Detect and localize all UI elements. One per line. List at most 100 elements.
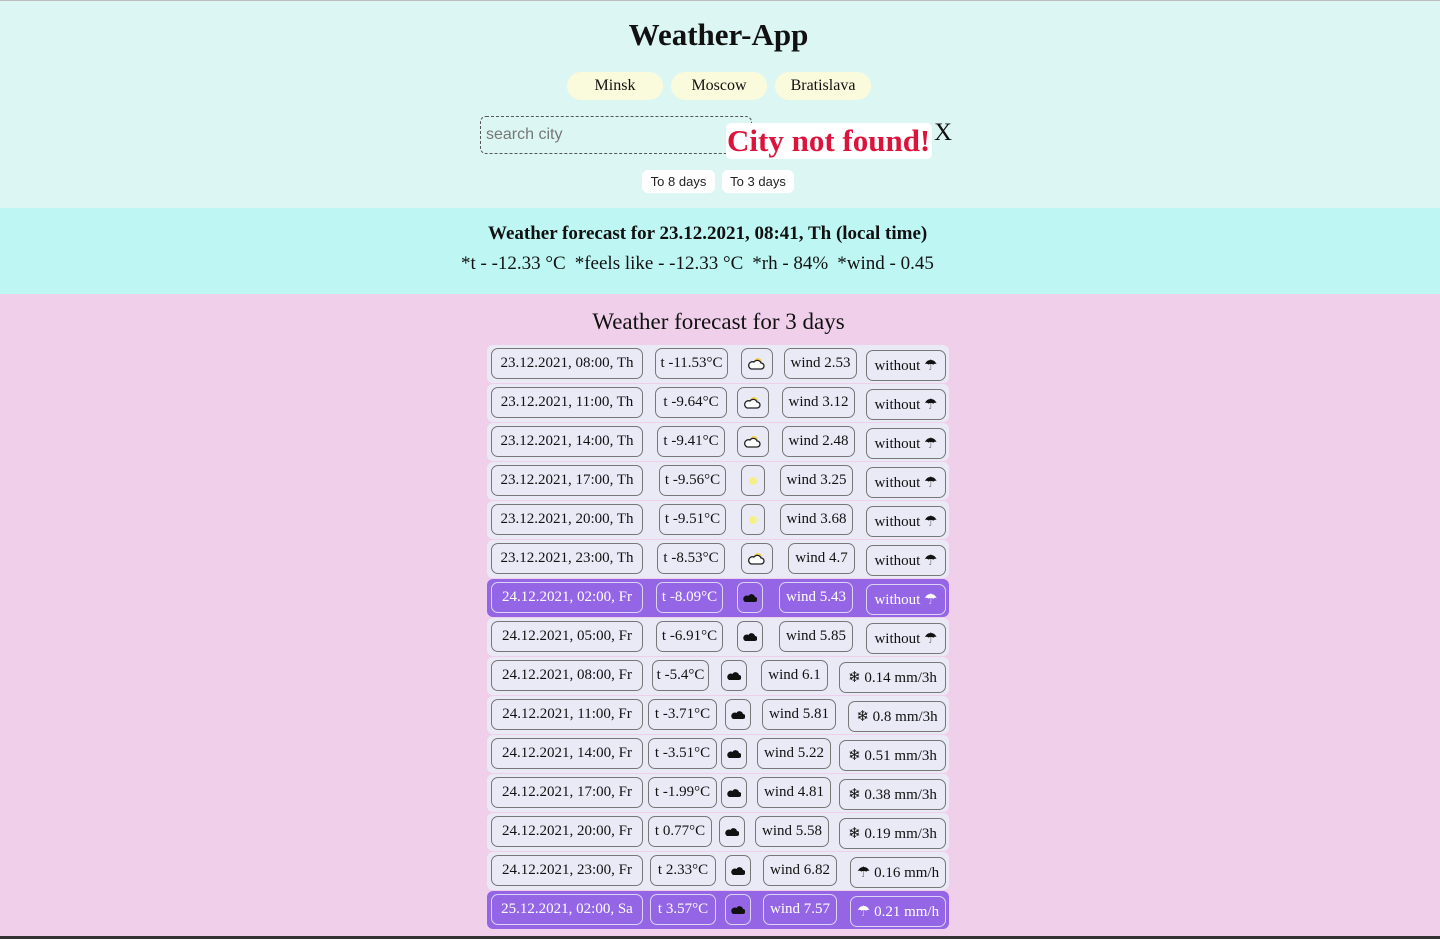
forecast-precipitation: without ☂ [866, 350, 946, 381]
city-button-moscow[interactable]: Moscow [671, 72, 767, 100]
forecast-precipitation: without ☂ [866, 584, 946, 615]
weather-clear-icon [741, 504, 765, 535]
forecast-wind: wind 5.58 [755, 816, 829, 847]
forecast-temperature: t -5.4°C [652, 660, 709, 691]
forecast-wind: wind 6.82 [763, 855, 837, 886]
forecast-precipitation: without ☂ [866, 623, 946, 654]
forecast-date: 23.12.2021, 11:00, Th [491, 387, 643, 418]
forecast-temperature: t -8.09°C [656, 582, 723, 613]
forecast-date: 24.12.2021, 11:00, Fr [491, 699, 643, 730]
forecast-row[interactable]: 23.12.2021, 11:00, Th t -9.64°C wind 3.12 w… [487, 384, 949, 422]
weather-partly-cloudy-icon [741, 348, 773, 379]
forecast-precipitation: ❄ 0.14 mm/3h [839, 662, 946, 693]
forecast-temperature: t 3.57°C [650, 894, 716, 925]
app-title: Weather-App [628, 17, 809, 52]
forecast-precipitation: without ☂ [866, 428, 946, 459]
weather-cloud-icon [721, 777, 747, 808]
forecast-row[interactable]: 23.12.2021, 14:00, Th t -9.41°C wind 2.48 w… [487, 423, 949, 461]
forecast-date: 24.12.2021, 05:00, Fr [491, 621, 643, 652]
forecast-row[interactable]: 24.12.2021, 11:00, Fr t -3.71°C wind 5.81 ❄… [487, 696, 949, 734]
weather-partly-cloudy-icon [737, 387, 769, 418]
forecast-temperature: t 0.77°C [648, 816, 712, 847]
forecast-wind: wind 4.7 [788, 543, 855, 574]
forecast-row[interactable]: 24.12.2021, 02:00, Fr t -8.09°C wind 5.43 w… [487, 579, 949, 617]
forecast-precipitation: without ☂ [866, 467, 946, 498]
close-error-button[interactable]: X [934, 119, 952, 147]
current-weather-section [0, 208, 1440, 294]
forecast-temperature: t -9.41°C [657, 426, 725, 457]
forecast-wind: wind 6.1 [761, 660, 828, 691]
forecast-temperature: t -9.56°C [659, 465, 726, 496]
forecast-date: 23.12.2021, 20:00, Th [491, 504, 643, 535]
current-temperature: *t - -12.33 °C [461, 253, 566, 274]
forecast-precipitation: without ☂ [866, 389, 946, 420]
forecast-precipitation: without ☂ [866, 545, 946, 576]
to-3-days-button[interactable]: To 3 days [722, 170, 794, 193]
weather-cloud-icon [721, 738, 747, 769]
forecast-wind: wind 5.85 [779, 621, 853, 652]
forecast-precipitation: ☂ 0.16 mm/h [850, 857, 946, 888]
forecast-precipitation: without ☂ [866, 506, 946, 537]
weather-cloud-icon [719, 816, 745, 847]
forecast-temperature: t -3.71°C [648, 699, 717, 730]
forecast-row[interactable]: 23.12.2021, 17:00, Th t -9.56°C wind 3.25 w… [487, 462, 949, 500]
forecast-date: 24.12.2021, 02:00, Fr [491, 582, 643, 613]
forecast-precipitation: ☂ 0.21 mm/h [850, 896, 946, 927]
forecast-row[interactable]: 24.12.2021, 17:00, Fr t -1.99°C wind 4.81 ❄… [487, 774, 949, 812]
weather-partly-cloudy-icon [741, 543, 773, 574]
forecast-temperature: t -1.99°C [648, 777, 717, 808]
forecast-row[interactable]: 24.12.2021, 14:00, Fr t -3.51°C wind 5.22 ❄… [487, 735, 949, 773]
weather-clear-icon [741, 465, 765, 496]
forecast-row[interactable]: 23.12.2021, 20:00, Th t -9.51°C wind 3.68 w… [487, 501, 949, 539]
forecast-wind: wind 5.81 [762, 699, 836, 730]
forecast-wind: wind 3.25 [780, 465, 853, 496]
forecast-wind: wind 4.81 [757, 777, 831, 808]
forecast-temperature: t -11.53°C [655, 348, 728, 379]
weather-cloud-icon [737, 621, 763, 652]
current-humidity: *rh - 84% [752, 253, 829, 274]
forecast-wind: wind 7.57 [763, 894, 837, 925]
current-wind: *wind - 0.45 [837, 253, 934, 274]
header: Weather-App Minsk Moscow Bratislava City… [0, 0, 1440, 208]
forecast-temperature: t 2.33°C [650, 855, 716, 886]
forecast-precipitation: ❄ 0.38 mm/3h [839, 779, 946, 810]
weather-cloud-icon [737, 582, 763, 613]
forecast-date: 23.12.2021, 17:00, Th [491, 465, 643, 496]
forecast-date: 24.12.2021, 14:00, Fr [491, 738, 643, 769]
forecast-temperature: t -8.53°C [657, 543, 725, 574]
forecast-wind: wind 3.68 [780, 504, 853, 535]
forecast-date: 25.12.2021, 02:00, Sa [491, 894, 643, 925]
forecast-row[interactable]: 24.12.2021, 05:00, Fr t -6.91°C wind 5.85 w… [487, 618, 949, 656]
forecast-date: 24.12.2021, 17:00, Fr [491, 777, 643, 808]
forecast-precipitation: ❄ 0.8 mm/3h [848, 701, 946, 732]
forecast-row[interactable]: 24.12.2021, 08:00, Fr t -5.4°C wind 6.1 ❄ 0… [487, 657, 949, 695]
current-weather-title: Weather forecast for 23.12.2021, 08:41, … [488, 223, 928, 244]
city-button-minsk[interactable]: Minsk [567, 72, 663, 100]
forecast-wind: wind 5.22 [757, 738, 831, 769]
forecast-date: 24.12.2021, 08:00, Fr [491, 660, 643, 691]
forecast-date: 23.12.2021, 14:00, Th [491, 426, 643, 457]
forecast-temperature: t -9.51°C [659, 504, 726, 535]
city-not-found-message: City not found! [726, 123, 933, 159]
weather-cloud-icon [725, 855, 751, 886]
forecast-row[interactable]: 24.12.2021, 20:00, Fr t 0.77°C wind 5.58 ❄ … [487, 813, 949, 851]
current-weather-values: *t - -12.33 °C *feels like - -12.33 °C *rh… [461, 253, 943, 275]
forecast-row[interactable]: 24.12.2021, 23:00, Fr t 2.33°C wind 6.82 ☂ … [487, 852, 949, 890]
forecast-row[interactable]: 23.12.2021, 23:00, Th t -8.53°C wind 4.7 wi… [487, 540, 949, 578]
weather-cloud-icon [721, 660, 747, 691]
forecast-wind: wind 3.12 [782, 387, 855, 418]
weather-cloud-icon [725, 894, 751, 925]
forecast-list: 23.12.2021, 08:00, Th t -11.53°C wind 2.53… [487, 345, 949, 930]
forecast-row[interactable]: 25.12.2021, 02:00, Sa t 3.57°C wind 7.57 ☂ … [487, 891, 949, 929]
forecast-row[interactable]: 23.12.2021, 08:00, Th t -11.53°C wind 2.53… [487, 345, 949, 383]
forecast-temperature: t -3.51°C [648, 738, 717, 769]
forecast-date: 23.12.2021, 08:00, Th [491, 348, 643, 379]
city-buttons: Minsk Moscow Bratislava [567, 72, 871, 100]
forecast-wind: wind 2.48 [782, 426, 855, 457]
forecast-title: Weather forecast for 3 days [592, 309, 845, 334]
weather-cloud-icon [725, 699, 751, 730]
forecast-date: 23.12.2021, 23:00, Th [491, 543, 643, 574]
to-8-days-button[interactable]: To 8 days [642, 170, 715, 193]
search-input[interactable] [480, 116, 752, 154]
city-button-bratislava[interactable]: Bratislava [775, 72, 871, 100]
